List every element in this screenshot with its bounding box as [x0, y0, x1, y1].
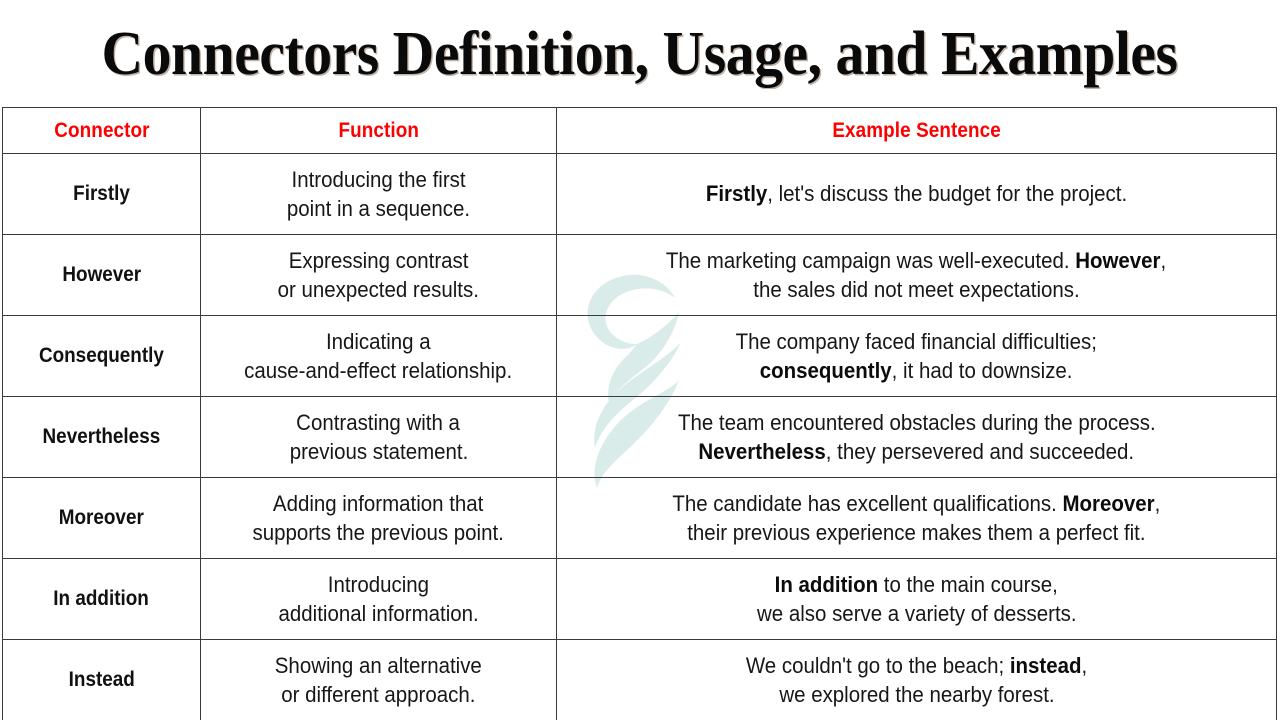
table-row: Consequently Indicating a cause-and-effe… — [2, 315, 1277, 397]
cell-example: The marketing campaign was well-executed… — [556, 234, 1277, 316]
table-row: Moreover Adding information that support… — [2, 477, 1277, 559]
function-line: cause-and-effect relationship. — [244, 358, 513, 383]
column-header-example-label: Example Sentence — [832, 118, 1001, 142]
cell-connector: However — [2, 234, 201, 316]
example-text: , — [1154, 490, 1161, 516]
cell-connector: Moreover — [2, 477, 201, 559]
example-text: , they persevered and succeeded. — [826, 439, 1135, 464]
function-line: previous statement. — [289, 439, 468, 464]
example-emphasis: instead — [1009, 652, 1082, 678]
function-line: supports the previous point. — [252, 520, 505, 545]
cell-function: Introducing additional information. — [200, 558, 557, 640]
example-emphasis: Moreover — [1062, 490, 1155, 516]
example-text: their previous experience makes them a p… — [687, 520, 1146, 545]
page-root: Connectors Definition, Usage, and Exampl… — [0, 0, 1280, 720]
title-bar: Connectors Definition, Usage, and Exampl… — [0, 0, 1280, 107]
example-text: We couldn't go to the beach; — [745, 652, 1010, 678]
table-header-row: Connector Function Example Sentence — [2, 107, 1277, 154]
example-emphasis: In addition — [774, 571, 879, 597]
example-text: we explored the nearby forest. — [778, 682, 1055, 707]
example-text: to the main course, — [878, 571, 1059, 597]
column-header-example: Example Sentence — [556, 107, 1277, 154]
cell-connector: Firstly — [2, 153, 201, 235]
cell-function: Introducing the first point in a sequenc… — [200, 153, 557, 235]
function-line: Indicating a — [326, 328, 431, 354]
example-emphasis: However — [1075, 247, 1162, 273]
example-emphasis: Nevertheless — [698, 439, 827, 464]
cell-function: Indicating a cause-and-effect relationsh… — [200, 315, 557, 397]
connector-label: Moreover — [58, 506, 145, 529]
function-line: or different approach. — [281, 682, 476, 707]
function-line: or unexpected results. — [277, 277, 480, 302]
table-row: Firstly Introducing the first point in a… — [2, 153, 1277, 235]
cell-function: Expressing contrast or unexpected result… — [200, 234, 557, 316]
example-text: the sales did not meet expectations. — [753, 277, 1080, 302]
example-emphasis: Firstly — [705, 181, 768, 207]
connectors-table-container: Connector Function Example Sentence Firs… — [2, 107, 1277, 720]
example-text: , let's discuss the budget for the proje… — [767, 181, 1128, 207]
example-text: The team encountered obstacles during th… — [677, 409, 1156, 435]
column-header-connector-label: Connector — [53, 118, 150, 142]
cell-function: Showing an alternative or different appr… — [200, 639, 557, 720]
example-text: we also serve a variety of desserts. — [756, 601, 1077, 626]
connector-label: Consequently — [39, 344, 164, 367]
table-row: Instead Showing an alternative or differ… — [2, 639, 1277, 720]
column-header-connector: Connector — [2, 107, 201, 154]
connector-label: Instead — [68, 668, 135, 691]
example-text: , — [1161, 247, 1167, 273]
function-line: Contrasting with a — [296, 409, 461, 435]
column-header-function: Function — [200, 107, 557, 154]
table-body: Firstly Introducing the first point in a… — [2, 153, 1277, 720]
example-text: The company faced financial difficulties… — [735, 328, 1098, 354]
function-line: Expressing contrast — [288, 247, 469, 273]
page-title: Connectors Definition, Usage, and Exampl… — [101, 19, 1179, 88]
connectors-table: Connector Function Example Sentence Firs… — [2, 107, 1277, 720]
example-text: , it had to downsize. — [892, 358, 1073, 383]
cell-example: In addition to the main course, we also … — [556, 558, 1277, 640]
cell-example: The candidate has excellent qualificatio… — [556, 477, 1277, 559]
function-line: point in a sequence. — [286, 196, 471, 221]
example-emphasis: consequently — [760, 358, 893, 383]
cell-example: Firstly, let's discuss the budget for th… — [556, 153, 1277, 235]
cell-connector: In addition — [2, 558, 201, 640]
table-row: In addition Introducing additional infor… — [2, 558, 1277, 640]
cell-connector: Instead — [2, 639, 201, 720]
cell-example: The team encountered obstacles during th… — [556, 396, 1277, 478]
cell-function: Contrasting with a previous statement. — [200, 396, 557, 478]
connector-label: However — [62, 263, 141, 286]
function-line: Showing an alternative — [274, 652, 483, 678]
example-text: The candidate has excellent qualificatio… — [672, 490, 1063, 516]
function-line: Introducing the first — [291, 166, 466, 192]
connector-label: Firstly — [73, 182, 130, 205]
table-header: Connector Function Example Sentence — [2, 107, 1277, 154]
function-line: additional information. — [278, 601, 479, 626]
table-row: However Expressing contrast or unexpecte… — [2, 234, 1277, 316]
cell-connector: Consequently — [2, 315, 201, 397]
function-line: Introducing — [327, 571, 430, 597]
connector-label: In addition — [53, 587, 150, 610]
cell-example: We couldn't go to the beach; instead, we… — [556, 639, 1277, 720]
column-header-function-label: Function — [338, 118, 419, 142]
example-text: The marketing campaign was well-executed… — [666, 247, 1076, 273]
connector-label: Nevertheless — [42, 425, 161, 448]
function-line: Adding information that — [273, 490, 484, 516]
cell-connector: Nevertheless — [2, 396, 201, 478]
cell-function: Adding information that supports the pre… — [200, 477, 557, 559]
table-row: Nevertheless Contrasting with a previous… — [2, 396, 1277, 478]
cell-example: The company faced financial difficulties… — [556, 315, 1277, 397]
example-text: , — [1081, 652, 1088, 678]
